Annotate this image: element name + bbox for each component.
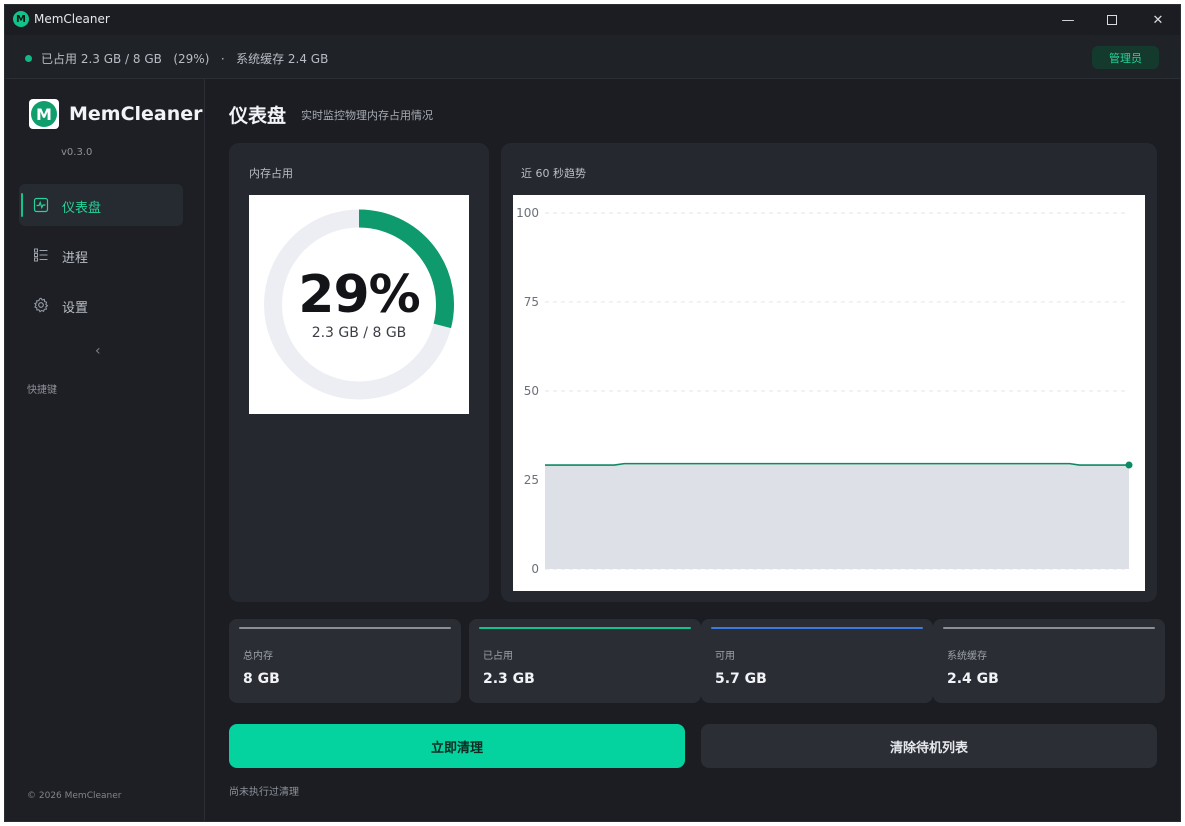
- sidebar-item-label: 进程: [62, 251, 89, 266]
- sidebar: M MemCleaner v0.3.0 仪表盘 进程 设置 ‹ 快捷键 © 20…: [5, 79, 205, 821]
- trend-chart-svg: 0 25 50 75 100: [516, 206, 1133, 576]
- maximize-icon: [1107, 15, 1117, 25]
- card-title: 内存占用: [249, 167, 293, 180]
- collapse-sidebar-button[interactable]: ‹: [95, 343, 101, 359]
- status-dot-icon: [25, 55, 32, 62]
- clear-standby-list-button[interactable]: 清除待机列表: [701, 724, 1157, 768]
- status-bar: 已占用 2.3 GB / 8 GB (29%) · 系统缓存 2.4 GB 管理…: [5, 35, 1180, 79]
- stat-card-total: 总内存 8 GB: [229, 619, 461, 703]
- y-tick-label: 100: [516, 206, 539, 220]
- app-icon: M: [13, 11, 29, 27]
- last-clean-status: 尚未执行过清理: [229, 787, 299, 798]
- area-fill: [545, 463, 1129, 569]
- title-bar: M MemCleaner — ✕: [5, 5, 1180, 35]
- memory-usage-card: 内存占用 29% 2.3 GB / 8 GB: [229, 143, 489, 602]
- y-tick-label: 50: [524, 384, 539, 398]
- trend-chart: 0 25 50 75 100: [513, 195, 1145, 591]
- page-title: 仪表盘: [229, 105, 287, 127]
- stat-label: 总内存: [243, 651, 273, 662]
- stat-accent-bar: [711, 627, 923, 629]
- stat-label: 已占用: [483, 651, 513, 662]
- clean-now-button[interactable]: 立即清理: [229, 724, 685, 768]
- list-icon: [34, 248, 48, 262]
- stat-label: 系统缓存: [947, 651, 987, 662]
- brand-name: MemCleaner: [69, 103, 203, 125]
- sidebar-item-label: 仪表盘: [62, 201, 102, 216]
- window-title: MemCleaner: [34, 12, 110, 26]
- app-logo: M: [29, 99, 59, 129]
- admin-badge: 管理员: [1092, 46, 1159, 69]
- version-label: v0.3.0: [61, 147, 93, 158]
- app-window: M MemCleaner — ✕ 已占用 2.3 GB / 8 GB (29%)…: [4, 4, 1181, 822]
- stat-label: 可用: [715, 651, 735, 662]
- stat-accent-bar: [943, 627, 1155, 629]
- stat-card-cache: 系统缓存 2.4 GB: [933, 619, 1165, 703]
- sidebar-item-label: 设置: [62, 301, 89, 316]
- memory-summary: 已占用 2.3 GB / 8 GB (29%) · 系统缓存 2.4 GB: [41, 52, 329, 66]
- y-tick-label: 75: [524, 295, 539, 309]
- stat-card-available: 可用 5.7 GB: [701, 619, 933, 703]
- shortcuts-link[interactable]: 快捷键: [27, 381, 57, 396]
- last-point-marker: [1125, 461, 1133, 469]
- stat-value: 8 GB: [243, 671, 280, 687]
- maximize-button[interactable]: [1089, 5, 1135, 35]
- gear-icon: [33, 297, 49, 313]
- logo-mark: M: [31, 101, 57, 127]
- copyright-text: © 2026 MemCleaner: [27, 791, 122, 801]
- usage-detail: 2.3 GB / 8 GB: [311, 325, 407, 341]
- activity-icon: [33, 197, 49, 213]
- y-tick-label: 0: [531, 562, 539, 576]
- stat-value: 2.4 GB: [947, 671, 999, 687]
- page-subtitle: 实时监控物理内存占用情况: [301, 109, 433, 122]
- usage-percent: 29%: [298, 265, 420, 325]
- minimize-button[interactable]: —: [1045, 5, 1091, 35]
- trend-card: 近 60 秒趋势 0 25 50 75 100: [501, 143, 1157, 602]
- sidebar-item-dashboard[interactable]: 仪表盘: [19, 184, 183, 226]
- stat-accent-bar: [239, 627, 451, 629]
- stat-accent-bar: [479, 627, 691, 629]
- card-title: 近 60 秒趋势: [521, 167, 586, 180]
- close-button[interactable]: ✕: [1135, 5, 1180, 35]
- y-tick-label: 25: [524, 473, 539, 487]
- sidebar-item-settings[interactable]: 设置: [19, 284, 183, 326]
- stat-value: 2.3 GB: [483, 671, 535, 687]
- sidebar-item-processes[interactable]: 进程: [19, 234, 183, 276]
- stat-value: 5.7 GB: [715, 671, 767, 687]
- stat-card-used: 已占用 2.3 GB: [469, 619, 701, 703]
- usage-gauge: 29% 2.3 GB / 8 GB: [249, 195, 469, 414]
